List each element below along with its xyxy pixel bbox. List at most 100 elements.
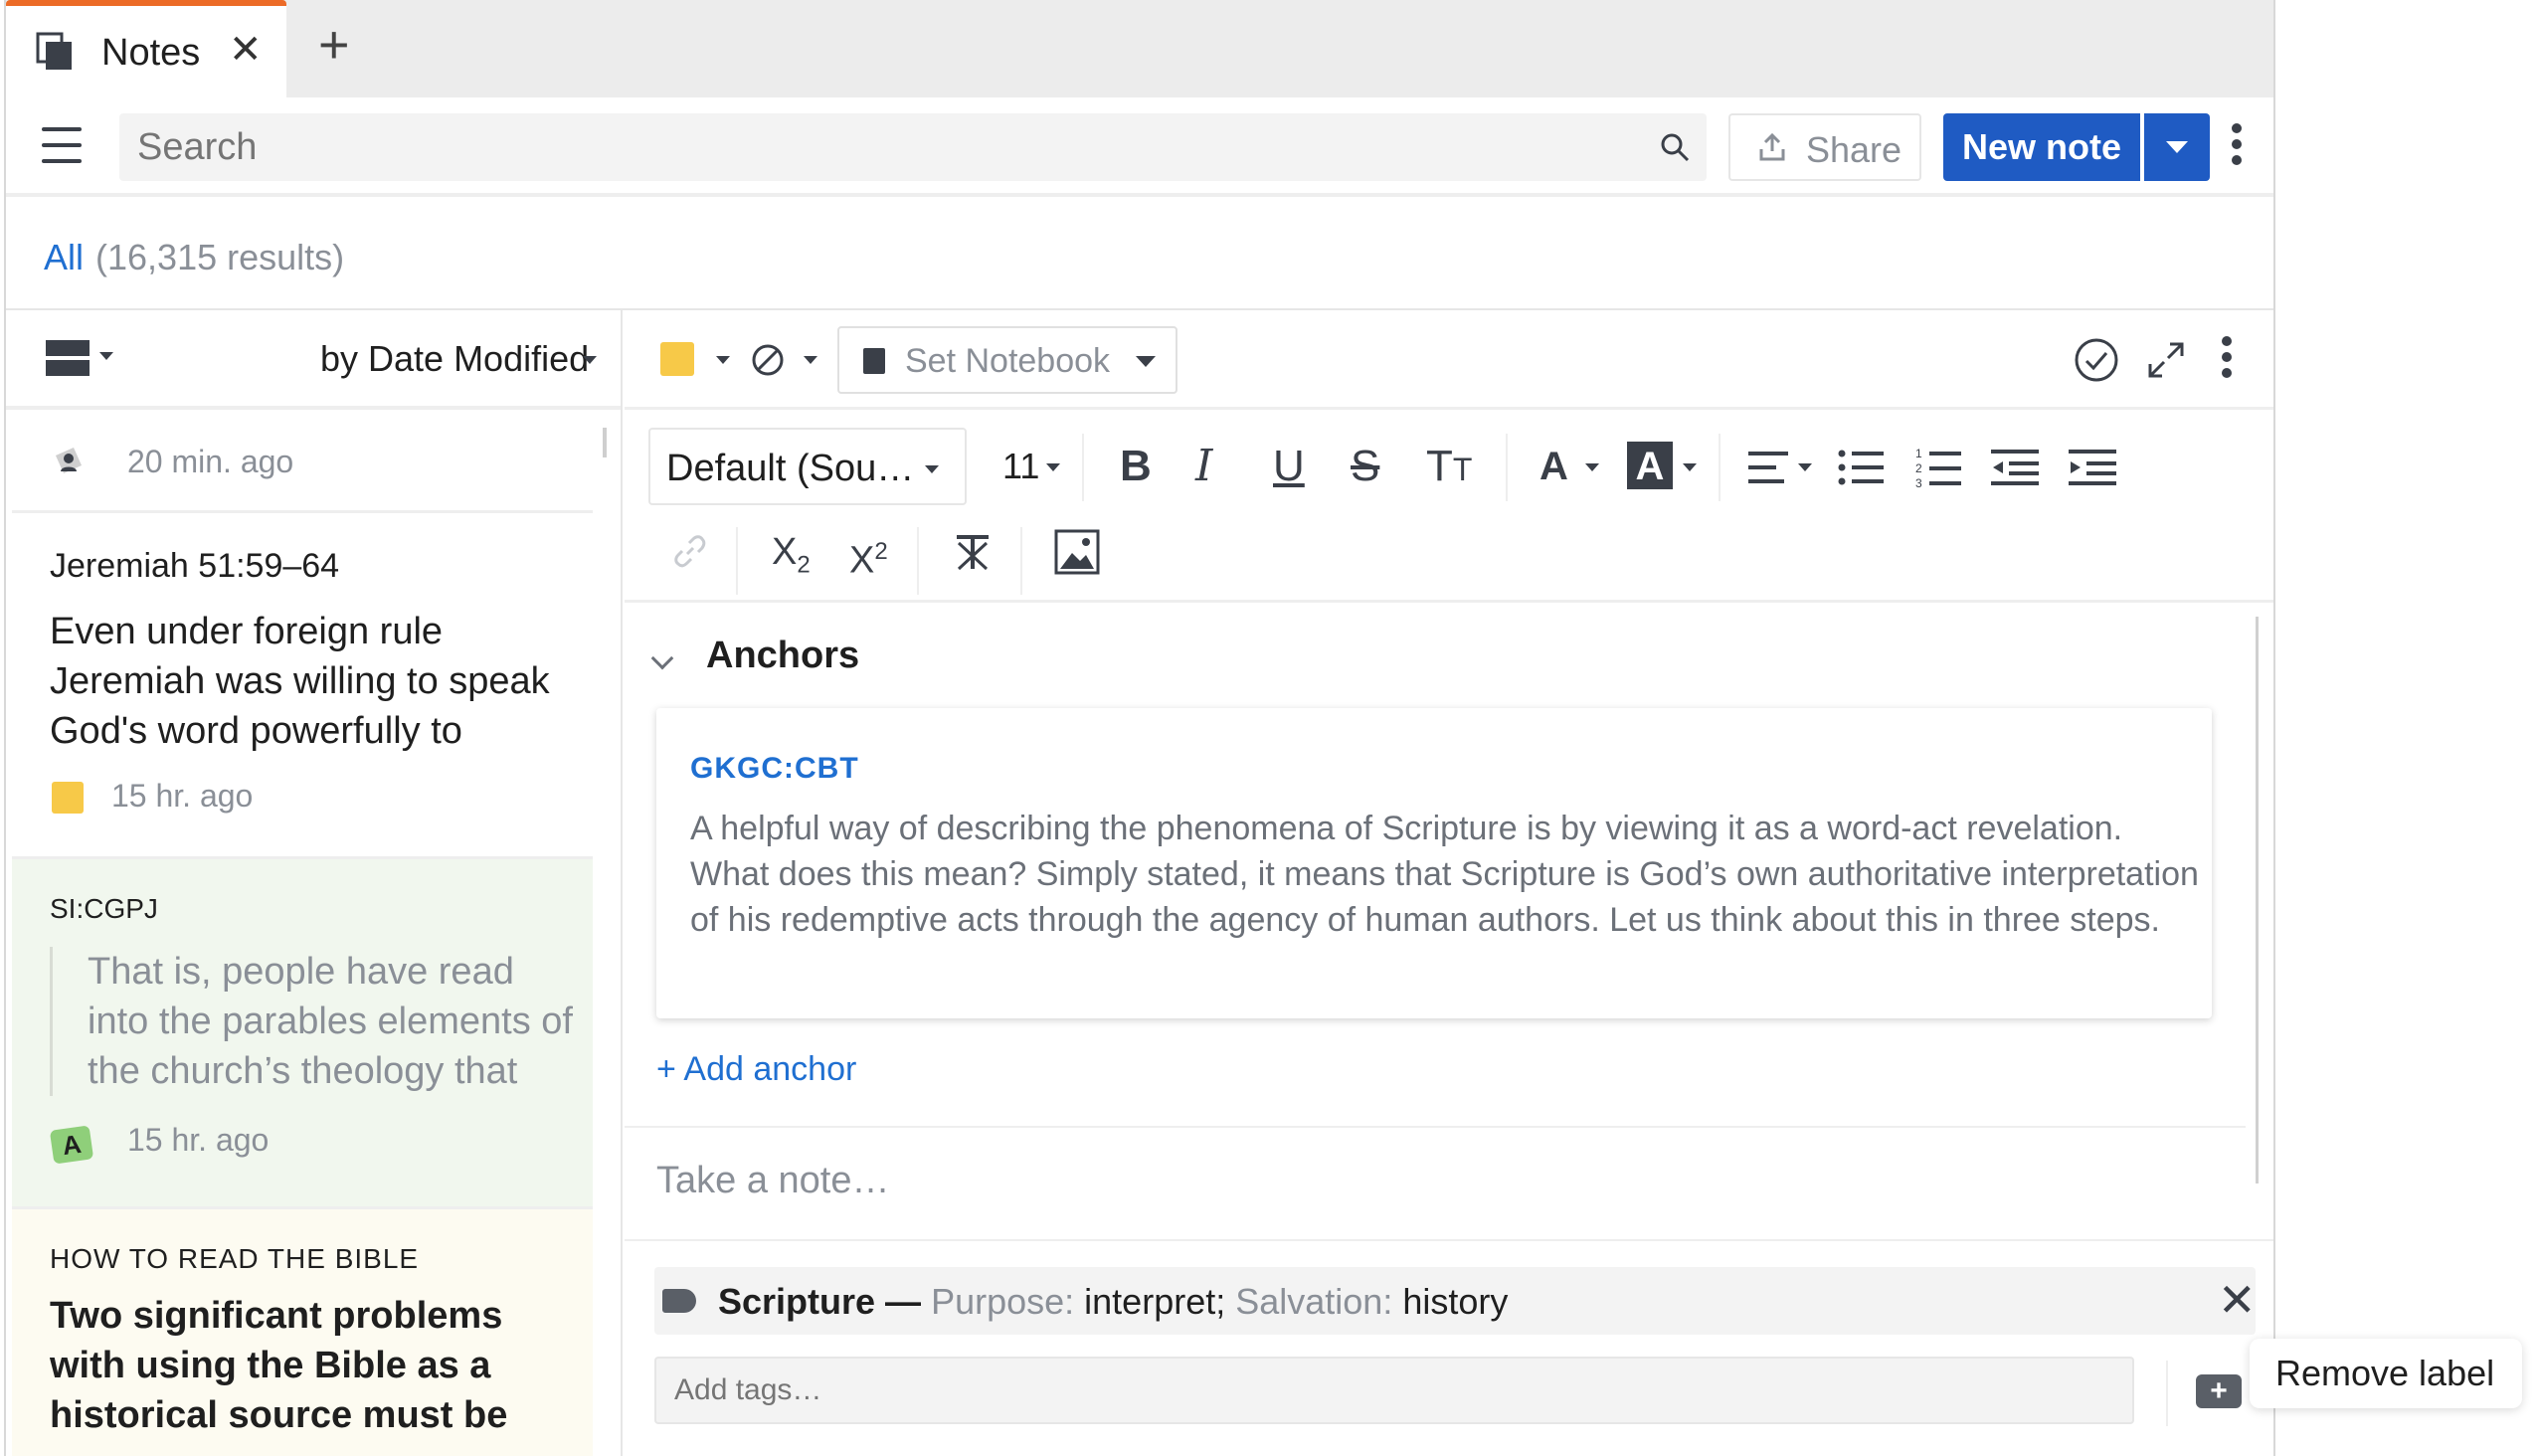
more-options-icon[interactable] xyxy=(2222,336,2232,384)
more-options-icon[interactable] xyxy=(2232,123,2244,171)
chevron-down-icon[interactable] xyxy=(583,356,597,364)
sticky-note-icon[interactable] xyxy=(660,342,694,376)
chevron-down-icon[interactable] xyxy=(1585,463,1599,471)
outdent-icon[interactable] xyxy=(1991,448,2039,487)
add-tag-icon[interactable]: + xyxy=(2196,1374,2242,1408)
indent-icon[interactable] xyxy=(2069,448,2116,487)
notes-icon xyxy=(36,32,72,70)
bold-icon[interactable]: B xyxy=(1120,442,1152,491)
notebook-selector[interactable]: Set Notebook xyxy=(837,326,1177,394)
divider xyxy=(1082,434,1084,501)
anchor-card[interactable]: GKGC:CBT A helpful way of describing the… xyxy=(656,708,2212,1018)
item-quote: That is, people have read into the parab… xyxy=(88,951,573,1092)
divider xyxy=(736,527,738,595)
tab-notes[interactable]: Notes ✕ xyxy=(6,0,286,97)
format-toolbar: Default (Sou… 11 B I U S TT A A 1 2 3 X2… xyxy=(625,410,2273,603)
svg-text:2: 2 xyxy=(1915,461,1922,475)
sort-dropdown[interactable]: by Date Modified xyxy=(320,338,589,380)
clear-format-icon[interactable] xyxy=(953,533,993,573)
close-icon[interactable]: ✕ xyxy=(229,30,263,70)
expand-icon[interactable] xyxy=(2146,340,2186,380)
divider xyxy=(917,527,919,595)
editor-header: Set Notebook xyxy=(625,310,2273,410)
highlight-color-icon[interactable]: A xyxy=(1627,442,1673,489)
strikethrough-icon[interactable]: S xyxy=(1351,442,1379,491)
list-item[interactable]: 20 min. ago xyxy=(12,414,593,513)
new-note-dropdown[interactable] xyxy=(2144,113,2210,181)
font-size-select[interactable]: 11 xyxy=(1002,446,1039,487)
scrollbar[interactable] xyxy=(603,428,607,457)
chevron-down-icon xyxy=(2166,141,2188,153)
font-family-value: Default (Sou… xyxy=(666,448,915,489)
divider xyxy=(1020,527,1022,595)
label-name: Scripture xyxy=(718,1281,876,1322)
chevron-down-icon[interactable] xyxy=(1683,463,1697,471)
quote-bar xyxy=(50,947,53,1096)
divider xyxy=(1719,434,1721,501)
list-item[interactable]: HOW TO READ THE BIBLE Two significant pr… xyxy=(12,1209,593,1456)
results-count: (16,315 results) xyxy=(95,237,345,277)
tooltip: Remove label xyxy=(2250,1339,2522,1408)
notes-window: Notes ✕ + Share New note All (16,315 resu… xyxy=(4,0,2275,1456)
user-avatar-icon xyxy=(56,448,82,473)
item-body: Even under foreign rule Jeremiah was wil… xyxy=(50,611,550,752)
font-color-icon[interactable]: A xyxy=(1540,442,1568,491)
tab-strip: Notes ✕ + xyxy=(6,0,2273,97)
link-icon[interactable] xyxy=(672,533,708,569)
underline-icon[interactable]: U xyxy=(1273,442,1305,491)
divider xyxy=(2166,1361,2168,1426)
svg-text:3: 3 xyxy=(1915,476,1922,489)
chevron-down-icon[interactable] xyxy=(1798,463,1812,471)
anchors-heading[interactable]: Anchors xyxy=(706,635,859,677)
font-family-select[interactable]: Default (Sou… xyxy=(648,428,967,505)
list-item[interactable]: SI:CGPJ That is, people have read into t… xyxy=(12,859,593,1209)
menu-icon[interactable] xyxy=(42,127,82,163)
tab-label: Notes xyxy=(101,32,201,74)
chevron-down-icon xyxy=(1136,356,1156,367)
italic-icon[interactable]: I xyxy=(1195,442,1212,491)
note-label: Scripture — Purpose: interpret; Salvatio… xyxy=(654,1267,2257,1335)
view-mode-icon[interactable] xyxy=(46,340,90,380)
search-box xyxy=(119,113,1707,181)
text-size-icon[interactable]: TT xyxy=(1426,442,1472,494)
chevron-down-icon[interactable] xyxy=(1046,463,1060,471)
results-summary: All (16,315 results) xyxy=(44,237,344,278)
anchor-reference-link[interactable]: GKGC:CBT xyxy=(690,752,859,786)
check-circle-icon[interactable] xyxy=(2073,336,2120,384)
add-anchor-link[interactable]: + Add anchor xyxy=(656,1050,856,1089)
label-value: history xyxy=(1392,1281,1509,1322)
bullet-list-icon[interactable] xyxy=(1838,448,1884,487)
item-reference: SI:CGPJ xyxy=(50,893,158,924)
label-key: Purpose: xyxy=(931,1281,1075,1322)
tags-input[interactable] xyxy=(656,1359,2108,1422)
new-note-button[interactable]: New note xyxy=(1943,113,2140,181)
subscript-icon[interactable]: X2 xyxy=(772,527,811,591)
notes-list-pane: by Date Modified 20 min. ago Jeremiah 51… xyxy=(6,310,623,1456)
remove-label-button[interactable]: ✕ xyxy=(2218,1275,2257,1325)
tags-field xyxy=(654,1357,2134,1424)
align-left-icon[interactable] xyxy=(1748,448,1794,487)
note-body-input[interactable]: Take a note… xyxy=(656,1160,889,1202)
chevron-down-icon xyxy=(925,465,939,473)
filter-all-link[interactable]: All xyxy=(44,237,84,277)
superscript-icon[interactable]: X2 xyxy=(849,527,888,586)
svg-text:1: 1 xyxy=(1915,447,1922,460)
chevron-down-icon[interactable] xyxy=(650,646,674,670)
add-tab-button[interactable]: + xyxy=(318,18,350,72)
chevron-down-icon[interactable] xyxy=(716,356,730,364)
share-button[interactable]: Share xyxy=(1728,113,1921,181)
share-label: Share xyxy=(1806,129,1902,170)
list-item[interactable]: Jeremiah 51:59–64 Even under foreign rul… xyxy=(12,513,593,859)
search-icon[interactable] xyxy=(1659,131,1691,163)
label-key: Salvation: xyxy=(1225,1281,1393,1322)
numbered-list-icon[interactable]: 1 2 3 xyxy=(1915,446,1961,489)
no-style-icon[interactable] xyxy=(750,342,786,378)
anchor-text: A helpful way of describing the phenomen… xyxy=(690,810,2199,939)
chevron-down-icon[interactable] xyxy=(804,356,817,364)
scrollbar[interactable] xyxy=(2256,617,2259,1183)
item-timestamp: 15 hr. ago xyxy=(111,778,254,814)
item-timestamp: 20 min. ago xyxy=(127,444,294,479)
image-icon[interactable] xyxy=(1054,529,1100,575)
chevron-down-icon[interactable] xyxy=(99,352,113,360)
search-input[interactable] xyxy=(119,113,1591,181)
